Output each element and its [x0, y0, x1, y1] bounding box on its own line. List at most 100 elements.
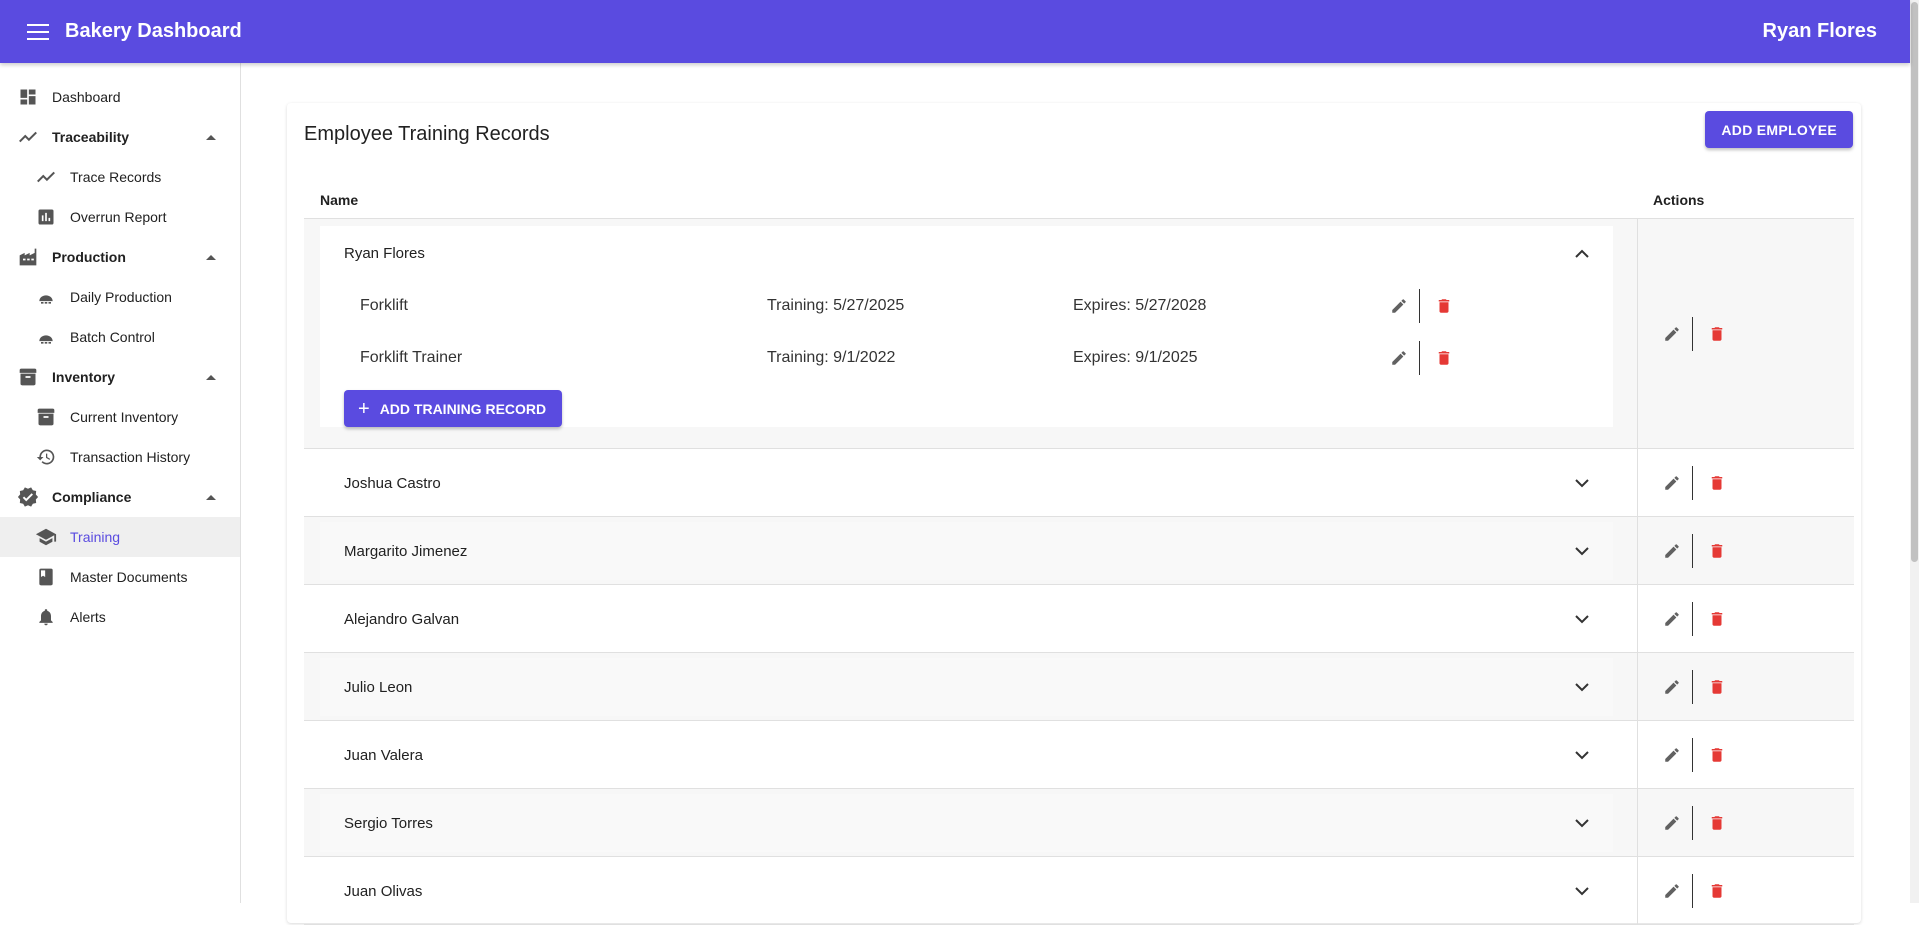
edit-icon[interactable]	[1660, 607, 1684, 631]
caret-up-icon[interactable]	[206, 494, 216, 500]
sidebar-item-alerts[interactable]: Alerts	[0, 597, 240, 637]
chevron-down-icon[interactable]	[1575, 883, 1589, 900]
delete-icon[interactable]	[1705, 607, 1729, 631]
sidebar-item-production[interactable]: Production	[0, 237, 240, 277]
edit-icon[interactable]	[1660, 879, 1684, 903]
edit-icon[interactable]	[1660, 471, 1684, 495]
archive-icon	[35, 406, 57, 428]
sidebar-item-label: Inventory	[52, 369, 116, 385]
sidebar-item-label: Transaction History	[70, 449, 191, 465]
training-course: Forklift	[360, 297, 408, 314]
sidebar-item-inventory[interactable]: Inventory	[0, 357, 240, 397]
sidebar: Dashboard Traceability Trace Records Overru…	[0, 63, 241, 903]
dashboard-icon	[17, 86, 39, 108]
actions-cell	[1637, 789, 1854, 856]
name-cell: Juan Valera	[304, 721, 1637, 788]
name-cell: Juan Olivas	[304, 857, 1637, 924]
page-title: Employee Training Records	[304, 123, 550, 145]
delete-icon[interactable]	[1705, 743, 1729, 767]
menu-icon[interactable]	[27, 23, 49, 40]
add-training-record-button[interactable]: + ADD TRAINING RECORD	[344, 390, 563, 427]
table-row: Ryan Flores Forklift Training: 5/27/2025 E…	[304, 219, 1854, 449]
delete-icon[interactable]	[1705, 879, 1729, 903]
table-row: Alejandro Galvan	[304, 585, 1854, 653]
employee-name: Juan Olivas	[344, 882, 423, 900]
trending-icon	[35, 166, 57, 188]
factory-icon	[17, 246, 39, 268]
sidebar-nav: Dashboard Traceability Trace Records Overru…	[0, 63, 240, 637]
book-icon	[35, 566, 57, 588]
sidebar-item-label: Dashboard	[52, 89, 121, 105]
edit-icon[interactable]	[1660, 322, 1684, 346]
delete-icon[interactable]	[1705, 322, 1729, 346]
history-icon	[35, 446, 57, 468]
sidebar-item-label: Batch Control	[70, 329, 155, 345]
employee-name: Sergio Torres	[344, 814, 433, 832]
employee-name: Julio Leon	[344, 678, 413, 696]
employee-accordion[interactable]: Joshua Castro	[320, 454, 1613, 512]
sidebar-item-overrun-report[interactable]: Overrun Report	[0, 197, 240, 237]
delete-icon[interactable]	[1432, 294, 1456, 318]
employee-accordion[interactable]: Juan Olivas	[320, 862, 1613, 920]
employee-name: Joshua Castro	[344, 474, 441, 492]
edit-icon[interactable]	[1660, 811, 1684, 835]
accordion-header[interactable]: Ryan Flores	[320, 226, 1613, 280]
sidebar-item-transaction-history[interactable]: Transaction History	[0, 437, 240, 477]
caret-up-icon[interactable]	[206, 374, 216, 380]
chevron-down-icon[interactable]	[1575, 815, 1589, 832]
sidebar-item-label: Trace Records	[70, 169, 162, 185]
sidebar-item-compliance[interactable]: Compliance	[0, 477, 240, 517]
sidebar-item-training[interactable]: Training	[0, 517, 240, 557]
sidebar-item-trace-records[interactable]: Trace Records	[0, 157, 240, 197]
delete-icon[interactable]	[1705, 675, 1729, 699]
edit-icon[interactable]	[1660, 743, 1684, 767]
delete-icon[interactable]	[1705, 811, 1729, 835]
caret-up-icon[interactable]	[206, 134, 216, 140]
name-cell: Alejandro Galvan	[304, 585, 1637, 652]
employee-accordion[interactable]: Alejandro Galvan	[320, 590, 1613, 648]
sidebar-item-master-documents[interactable]: Master Documents	[0, 557, 240, 597]
employee-accordion[interactable]: Sergio Torres	[320, 794, 1613, 852]
edit-icon[interactable]	[1660, 675, 1684, 699]
sidebar-item-label: Overrun Report	[70, 209, 167, 225]
sidebar-item-daily-production[interactable]: Daily Production	[0, 277, 240, 317]
table-row: Joshua Castro	[304, 449, 1854, 517]
employee-accordion[interactable]: Juan Valera	[320, 726, 1613, 784]
sidebar-item-batch-control[interactable]: Batch Control	[0, 317, 240, 357]
employee-name: Ryan Flores	[344, 244, 425, 262]
training-record: Forklift Trainer Training: 9/1/2022 Expire…	[320, 332, 1613, 384]
employee-accordion[interactable]: Julio Leon	[320, 658, 1613, 716]
chevron-down-icon[interactable]	[1575, 543, 1589, 560]
chevron-down-icon[interactable]	[1575, 679, 1589, 696]
user-name[interactable]: Ryan Flores	[1763, 20, 1877, 43]
verified-icon	[17, 486, 39, 508]
edit-icon[interactable]	[1387, 346, 1411, 370]
name-cell: Margarito Jimenez	[304, 517, 1637, 584]
training-course: Forklift Trainer	[360, 349, 463, 366]
add-employee-button[interactable]: ADD EMPLOYEE	[1705, 111, 1853, 148]
chevron-down-icon[interactable]	[1575, 747, 1589, 764]
sidebar-item-label: Compliance	[52, 489, 132, 505]
sidebar-item-traceability[interactable]: Traceability	[0, 117, 240, 157]
sidebar-item-current-inventory[interactable]: Current Inventory	[0, 397, 240, 437]
bar-chart-icon	[35, 206, 57, 228]
employee-accordion[interactable]: Margarito Jimenez	[320, 522, 1613, 580]
bakery-icon	[35, 326, 57, 348]
training-date: Training: 9/1/2022	[767, 349, 896, 366]
main-content: Employee Training Records ADD EMPLOYEE N…	[241, 63, 1919, 925]
training-date: Training: 5/27/2025	[767, 297, 905, 314]
edit-icon[interactable]	[1660, 539, 1684, 563]
actions-cell	[1637, 449, 1854, 516]
sidebar-item-dashboard[interactable]: Dashboard	[0, 77, 240, 117]
caret-up-icon[interactable]	[206, 254, 216, 260]
table-row: Julio Leon	[304, 653, 1854, 721]
chevron-up-icon[interactable]	[1575, 245, 1589, 262]
delete-icon[interactable]	[1705, 539, 1729, 563]
page-scrollbar[interactable]	[1910, 0, 1919, 903]
edit-icon[interactable]	[1387, 294, 1411, 318]
employee-name: Margarito Jimenez	[344, 542, 468, 560]
delete-icon[interactable]	[1705, 471, 1729, 495]
delete-icon[interactable]	[1432, 346, 1456, 370]
chevron-down-icon[interactable]	[1575, 475, 1589, 492]
chevron-down-icon[interactable]	[1575, 611, 1589, 628]
